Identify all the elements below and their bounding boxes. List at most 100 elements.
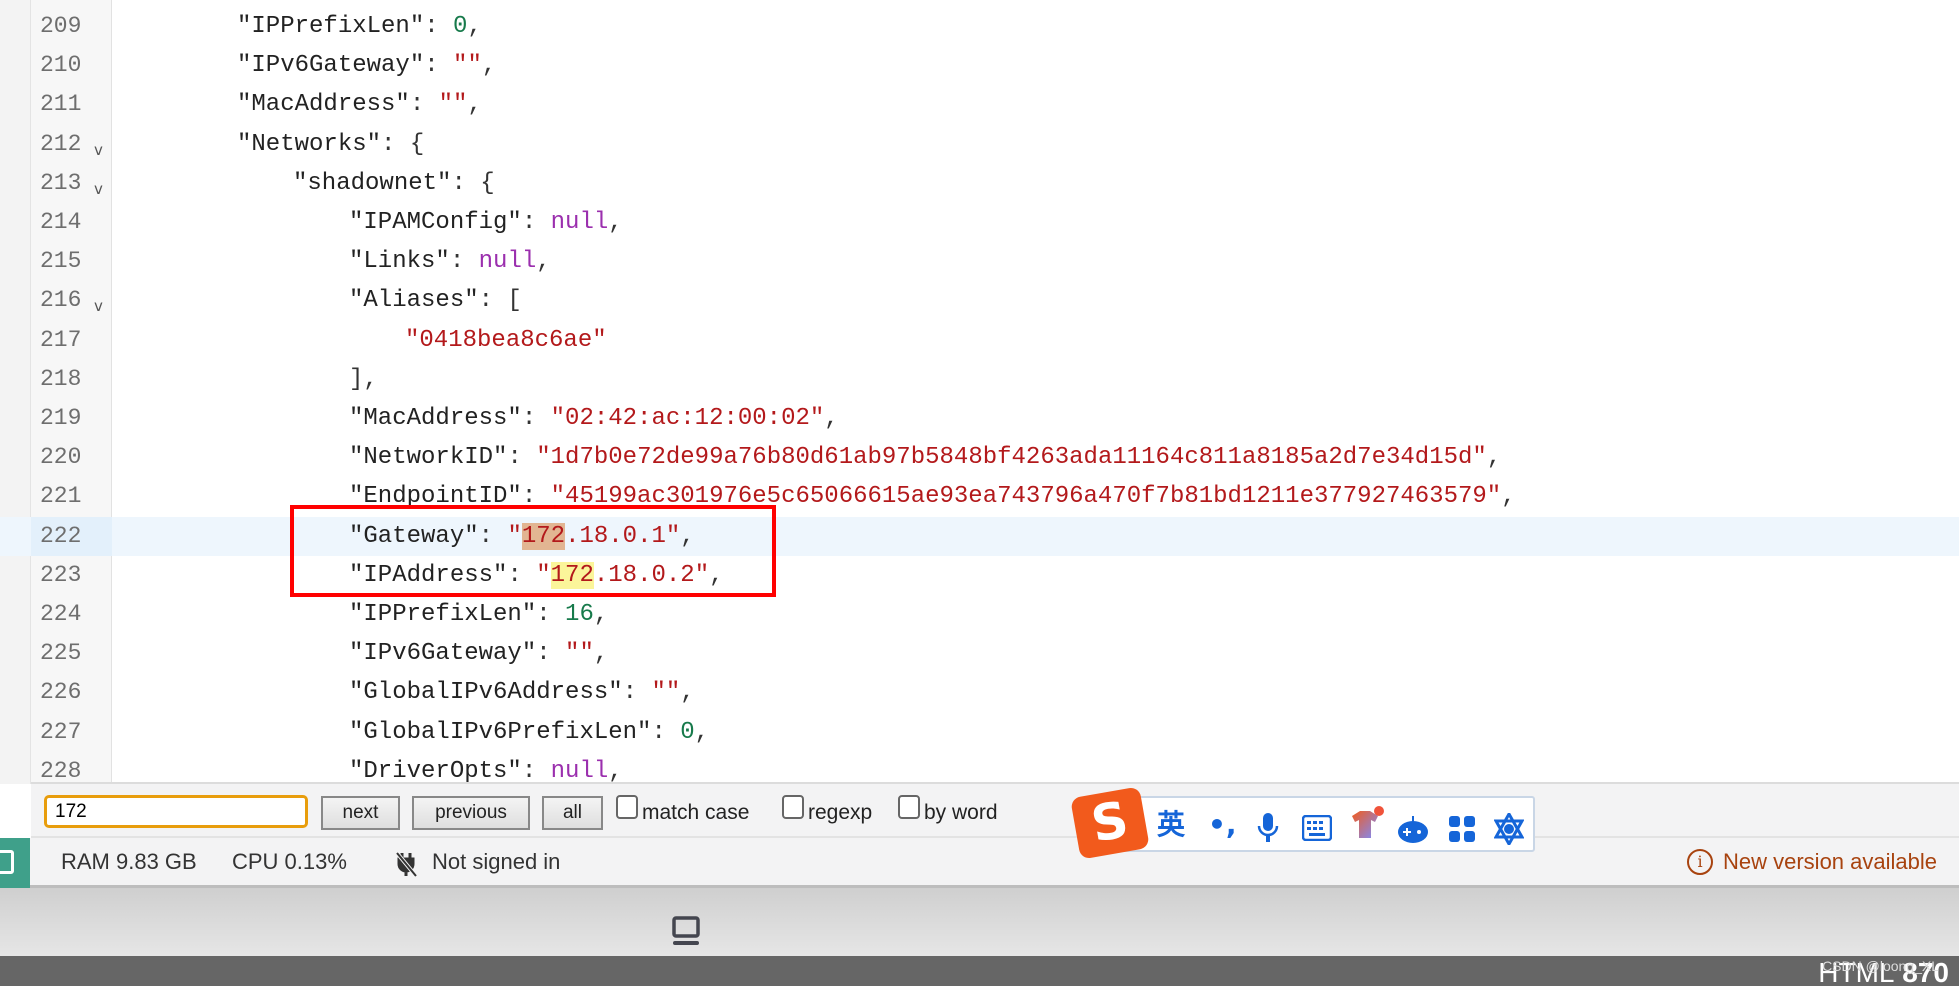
next-button[interactable]: next [321, 796, 400, 830]
code-token: 0 [453, 13, 468, 40]
annotation-highlight-box [290, 505, 776, 597]
ime-punctuation-toggle[interactable]: •, [1208, 810, 1237, 840]
code-token: "0418bea8c6ae" [405, 326, 607, 354]
gamepad-icon[interactable] [1397, 814, 1429, 844]
checkbox-box[interactable] [616, 795, 638, 819]
code-line[interactable]: 225 "IPv6Gateway": "", [0, 634, 1959, 673]
code-text: "MacAddress": "02:42:ac:12:00:02", [349, 399, 839, 438]
code-token: "IPPrefixLen" [349, 601, 537, 628]
code-token: , [593, 601, 609, 628]
code-line[interactable]: 220 "NetworkID": "1d7b0e72de99a76b80d61ab… [0, 438, 1959, 477]
line-number: 222 [31, 516, 112, 556]
code-token: : [536, 640, 566, 668]
code-token: : [449, 248, 479, 276]
code-token: , [467, 91, 482, 119]
code-text: "IPPrefixLen": 16, [349, 595, 608, 634]
sogou-logo-icon[interactable]: S [1070, 786, 1150, 860]
keyboard-icon[interactable] [1302, 815, 1332, 841]
code-line[interactable]: 219 "MacAddress": "02:42:ac:12:00:02", [0, 399, 1959, 438]
ime-language-toggle[interactable]: 英 [1157, 810, 1185, 840]
code-token: "IPv6Gateway" [349, 640, 537, 668]
code-token: "IPPrefixLen" [237, 13, 425, 40]
cpu-usage: CPU 0.13% [232, 849, 347, 874]
code-text: "IPv6Gateway": "", [237, 46, 496, 85]
code-token: "" [438, 91, 468, 119]
code-token: , [536, 248, 551, 276]
line-number: 228 [40, 757, 82, 784]
code-line[interactable]: 212 v "Networks": { [0, 125, 1959, 164]
code-token: , [694, 718, 710, 746]
code-token: "shadownet" [293, 169, 452, 197]
skin-icon[interactable] [1350, 806, 1384, 842]
line-number: 211 [40, 91, 82, 118]
line-number: 218 [40, 365, 82, 392]
code-token: , [1486, 444, 1502, 472]
code-token: "IPAMConfig" [349, 209, 522, 236]
new-version-notice[interactable]: i New version available [1687, 849, 1937, 875]
code-text: "IPv6Gateway": "", [349, 634, 608, 673]
checkbox-box[interactable] [782, 795, 804, 819]
code-line[interactable]: 209 "IPPrefixLen": 0, [0, 7, 1959, 46]
find-input[interactable] [44, 795, 308, 828]
code-token: : [424, 13, 454, 40]
match-case-checkbox[interactable]: match case [616, 795, 749, 825]
microphone-icon[interactable] [1256, 812, 1280, 844]
code-line[interactable]: 216 v "Aliases": [ [0, 281, 1959, 320]
by-word-checkbox[interactable]: by word [898, 795, 998, 825]
apps-icon[interactable] [1448, 815, 1476, 843]
code-line[interactable]: 227 "GlobalIPv6PrefixLen": 0, [0, 713, 1959, 752]
code-token: : { [451, 169, 495, 197]
regexp-checkbox[interactable]: regexp [782, 795, 872, 825]
checkbox-box[interactable] [898, 795, 920, 819]
all-button[interactable]: all [542, 796, 603, 830]
code-token: : [622, 679, 652, 707]
code-line[interactable]: 214 "IPAMConfig": null, [0, 203, 1959, 242]
code-token: : { [381, 130, 425, 158]
code-line[interactable]: 210 "IPv6Gateway": "", [0, 46, 1959, 85]
code-line[interactable]: 226 "GlobalIPv6Address": "", [0, 673, 1959, 712]
code-line[interactable]: 224 "IPPrefixLen": 16, [0, 595, 1959, 634]
code-token: "1d7b0e72de99a76b80d61ab97b5848bf4263ada… [536, 444, 1487, 472]
line-number: 219 [40, 405, 82, 431]
code-token: , [608, 209, 623, 236]
code-text: "DriverOpts": null, [349, 752, 623, 784]
code-token: null [550, 757, 609, 784]
code-line[interactable]: 228 "DriverOpts": null, [0, 752, 1959, 784]
code-token: "MacAddress" [349, 405, 522, 432]
remote-indicator[interactable] [0, 838, 30, 888]
line-number: 226 [40, 679, 82, 706]
regexp-label: regexp [808, 801, 873, 824]
code-line[interactable]: 217 "0418bea8c6ae" [0, 321, 1959, 360]
code-text: "Networks": { [237, 125, 424, 164]
code-text: "0418bea8c6ae" [405, 321, 607, 360]
code-text: "Links": null, [349, 242, 551, 281]
watermark: CSDN @loong_XL [1822, 958, 1939, 974]
code-editor[interactable]: 209 "IPPrefixLen": 0, 210 "IPv6Gateway": ""… [0, 0, 1959, 784]
settings-icon[interactable] [1494, 813, 1524, 845]
line-number: 220 [40, 444, 82, 471]
code-line[interactable]: 218], [0, 360, 1959, 399]
code-line[interactable]: 211 "MacAddress": "", [0, 85, 1959, 124]
code-token: : [ [478, 287, 522, 315]
monitor-icon[interactable] [672, 916, 700, 946]
code-token: "MacAddress" [237, 91, 410, 119]
line-number: 214 [40, 209, 82, 235]
code-token: , [1501, 483, 1516, 511]
code-token: , [481, 52, 497, 80]
code-line[interactable]: 215 "Links": null, [0, 242, 1959, 281]
code-token: : [521, 209, 551, 236]
by-word-label: by word [924, 801, 998, 824]
code-token: null [550, 209, 609, 236]
code-line[interactable]: 213 v "shadownet": { [0, 164, 1959, 203]
code-token: null [478, 248, 537, 276]
status-bar: RAM 9.83 GB CPU 0.13% Not signed in i New… [0, 838, 1959, 888]
code-token: : [651, 718, 681, 746]
line-number: 209 [40, 13, 82, 39]
line-number: 215 [40, 248, 82, 275]
line-number: 221 [40, 483, 82, 510]
code-token: , [608, 757, 623, 784]
plug-off-icon [395, 851, 418, 877]
sign-in-status[interactable]: Not signed in [432, 849, 560, 875]
previous-button[interactable]: previous [412, 796, 530, 830]
new-version-label: New version available [1723, 849, 1937, 874]
